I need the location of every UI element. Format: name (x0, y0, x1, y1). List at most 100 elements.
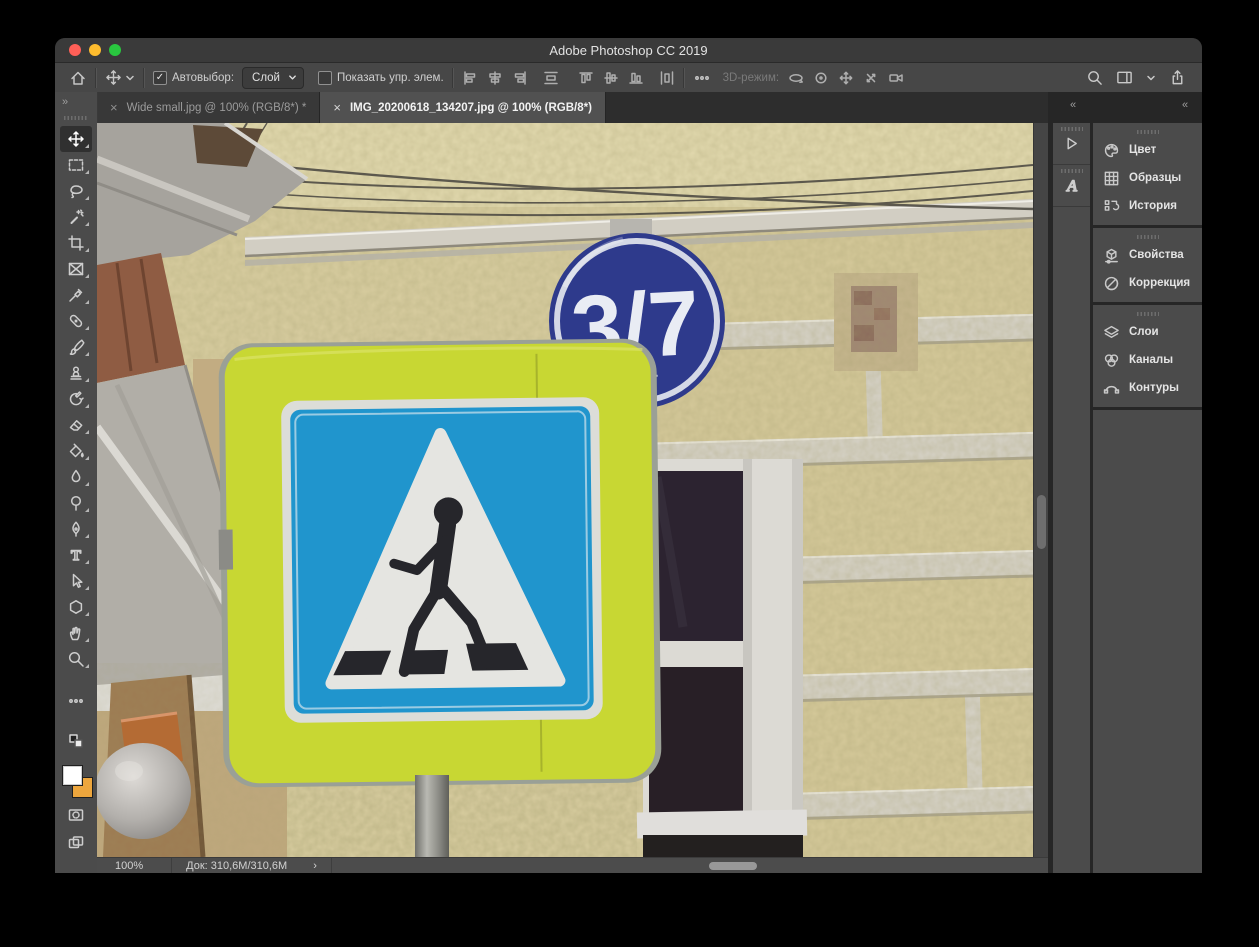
panel-label: Свойства (1129, 249, 1184, 261)
close-window-button[interactable] (69, 44, 81, 56)
glyphs-panel-button[interactable] (1053, 165, 1090, 207)
panel-tab-adjustments[interactable]: Коррекция (1093, 269, 1202, 297)
show-controls-label: Показать упр. элем. (337, 72, 444, 84)
swatches-grid-icon (1103, 170, 1120, 187)
panel-drag-handle[interactable] (1137, 235, 1159, 239)
tool-move[interactable] (60, 126, 92, 152)
tool-type[interactable] (60, 542, 92, 568)
tool-lasso[interactable] (60, 178, 92, 204)
options-bar: ✓ Автовыбор: Слой ✓ Показать упр. элем. … (55, 63, 1202, 93)
align-bottom-button[interactable] (628, 70, 644, 86)
screen-mode-button[interactable] (55, 834, 97, 852)
tool-brush[interactable] (60, 334, 92, 360)
tool-magic-wand[interactable] (60, 204, 92, 230)
close-icon[interactable]: × (110, 100, 118, 115)
panel-drag-handle[interactable] (1061, 127, 1083, 131)
distribute-vertical-button[interactable] (543, 70, 559, 86)
move-icon (105, 69, 122, 86)
divider (143, 68, 145, 88)
vertical-scrollbar[interactable] (1033, 123, 1049, 857)
building-window (637, 459, 807, 857)
divider (452, 68, 454, 88)
panel-tab-history[interactable]: История (1093, 192, 1202, 220)
panel-tab-channels[interactable]: Каналы (1093, 346, 1202, 374)
tools-drag-handle[interactable] (64, 116, 88, 120)
edit-toolbar-button[interactable] (55, 692, 97, 710)
align-center-v-button[interactable] (603, 70, 619, 86)
pedestrian-crossing-sign (216, 338, 661, 787)
align-right-button[interactable] (512, 70, 528, 86)
paths-icon (1103, 380, 1120, 397)
adjustments-icon (1103, 275, 1120, 292)
close-icon[interactable]: × (333, 100, 341, 115)
sign-bracket (219, 530, 233, 570)
tool-zoom[interactable] (60, 646, 92, 672)
move-tool-preset[interactable] (105, 69, 135, 86)
minimize-window-button[interactable] (89, 44, 101, 56)
autoselect-checkbox[interactable]: ✓ (153, 71, 167, 85)
search-icon[interactable] (1086, 69, 1103, 86)
panel-drag-handle[interactable] (1061, 169, 1083, 173)
collapse-panels-button[interactable]: « (1182, 99, 1189, 111)
status-chevron-icon[interactable]: › (313, 860, 317, 872)
share-icon[interactable] (1169, 69, 1186, 86)
chevron-down-icon[interactable] (1146, 73, 1156, 83)
tool-shape[interactable] (60, 594, 92, 620)
tool-marquee[interactable] (60, 152, 92, 178)
more-options-button[interactable] (693, 69, 711, 87)
status-bar: 100% Док: 310,6M/310,6M › (97, 857, 1048, 873)
panel-drag-handle[interactable] (1137, 130, 1159, 134)
icon-panel-column (1053, 123, 1090, 873)
align-left-button[interactable] (462, 70, 478, 86)
distribute-horizontal-button[interactable] (659, 70, 675, 86)
horizontal-scrollbar-thumb[interactable] (709, 862, 757, 870)
tool-dodge[interactable] (60, 490, 92, 516)
tool-hand[interactable] (60, 620, 92, 646)
actions-panel-button[interactable] (1053, 123, 1090, 165)
align-center-h-button[interactable] (487, 70, 503, 86)
tool-history-brush[interactable] (60, 386, 92, 412)
panel-label: Слои (1129, 326, 1159, 338)
panel-tab-properties[interactable]: Свойства (1093, 241, 1202, 269)
autoselect-target-select[interactable]: Слой (242, 67, 304, 89)
panel-tab-color[interactable]: Цвет (1093, 136, 1202, 164)
tool-path-selection[interactable] (60, 568, 92, 594)
tool-frame[interactable] (60, 256, 92, 282)
tool-eyedropper[interactable] (60, 282, 92, 308)
document-canvas[interactable]: 3/7 ЕНИЕ 1Г (97, 123, 1033, 857)
tool-crop[interactable] (60, 230, 92, 256)
photoshop-window: Adobe Photoshop CC 2019 ✓ Автовыбор: Сло… (55, 38, 1202, 873)
expand-tools-button[interactable]: » (55, 92, 104, 112)
quick-mask-button[interactable] (55, 806, 97, 824)
3d-slide-icon (863, 70, 879, 86)
align-top-button[interactable] (578, 70, 594, 86)
show-controls-checkbox[interactable]: ✓ (318, 71, 332, 85)
sign-pole (415, 775, 449, 857)
tool-gradient[interactable] (60, 438, 92, 464)
title-bar: Adobe Photoshop CC 2019 (55, 38, 1202, 63)
panel-label: Коррекция (1129, 277, 1190, 289)
maximize-window-button[interactable] (109, 44, 121, 56)
tool-healing-brush[interactable] (60, 308, 92, 334)
panel-tab-swatches[interactable]: Образцы (1093, 164, 1202, 192)
collapse-icon-panel-button[interactable]: « (1070, 99, 1077, 111)
panel-tab-layers[interactable]: Слои (1093, 318, 1202, 346)
tool-clone-stamp[interactable] (60, 360, 92, 386)
tool-blur[interactable] (60, 464, 92, 490)
tab-img-20200618[interactable]: × IMG_20200618_134207.jpg @ 100% (RGB/8*… (320, 92, 606, 123)
document-info[interactable]: Док: 310,6M/310,6M › (171, 858, 332, 873)
panel-tabs-column: Цвет Образцы История Свойства (1093, 123, 1202, 873)
tab-wide-small[interactable]: × Wide small.jpg @ 100% (RGB/8*) * (97, 92, 320, 123)
foreground-color-swatch[interactable] (62, 765, 83, 786)
zoom-level-field[interactable]: 100% (115, 860, 143, 872)
panel-tab-paths[interactable]: Контуры (1093, 374, 1202, 402)
vertical-scrollbar-thumb[interactable] (1037, 495, 1046, 549)
color-swatches (60, 764, 94, 800)
panel-drag-handle[interactable] (1137, 312, 1159, 316)
home-button[interactable] (69, 69, 87, 87)
tool-eraser[interactable] (60, 412, 92, 438)
tool-pen[interactable] (60, 516, 92, 542)
default-colors-button[interactable] (55, 732, 97, 750)
layers-icon (1103, 324, 1120, 341)
workspace-switcher-icon[interactable] (1116, 69, 1133, 86)
